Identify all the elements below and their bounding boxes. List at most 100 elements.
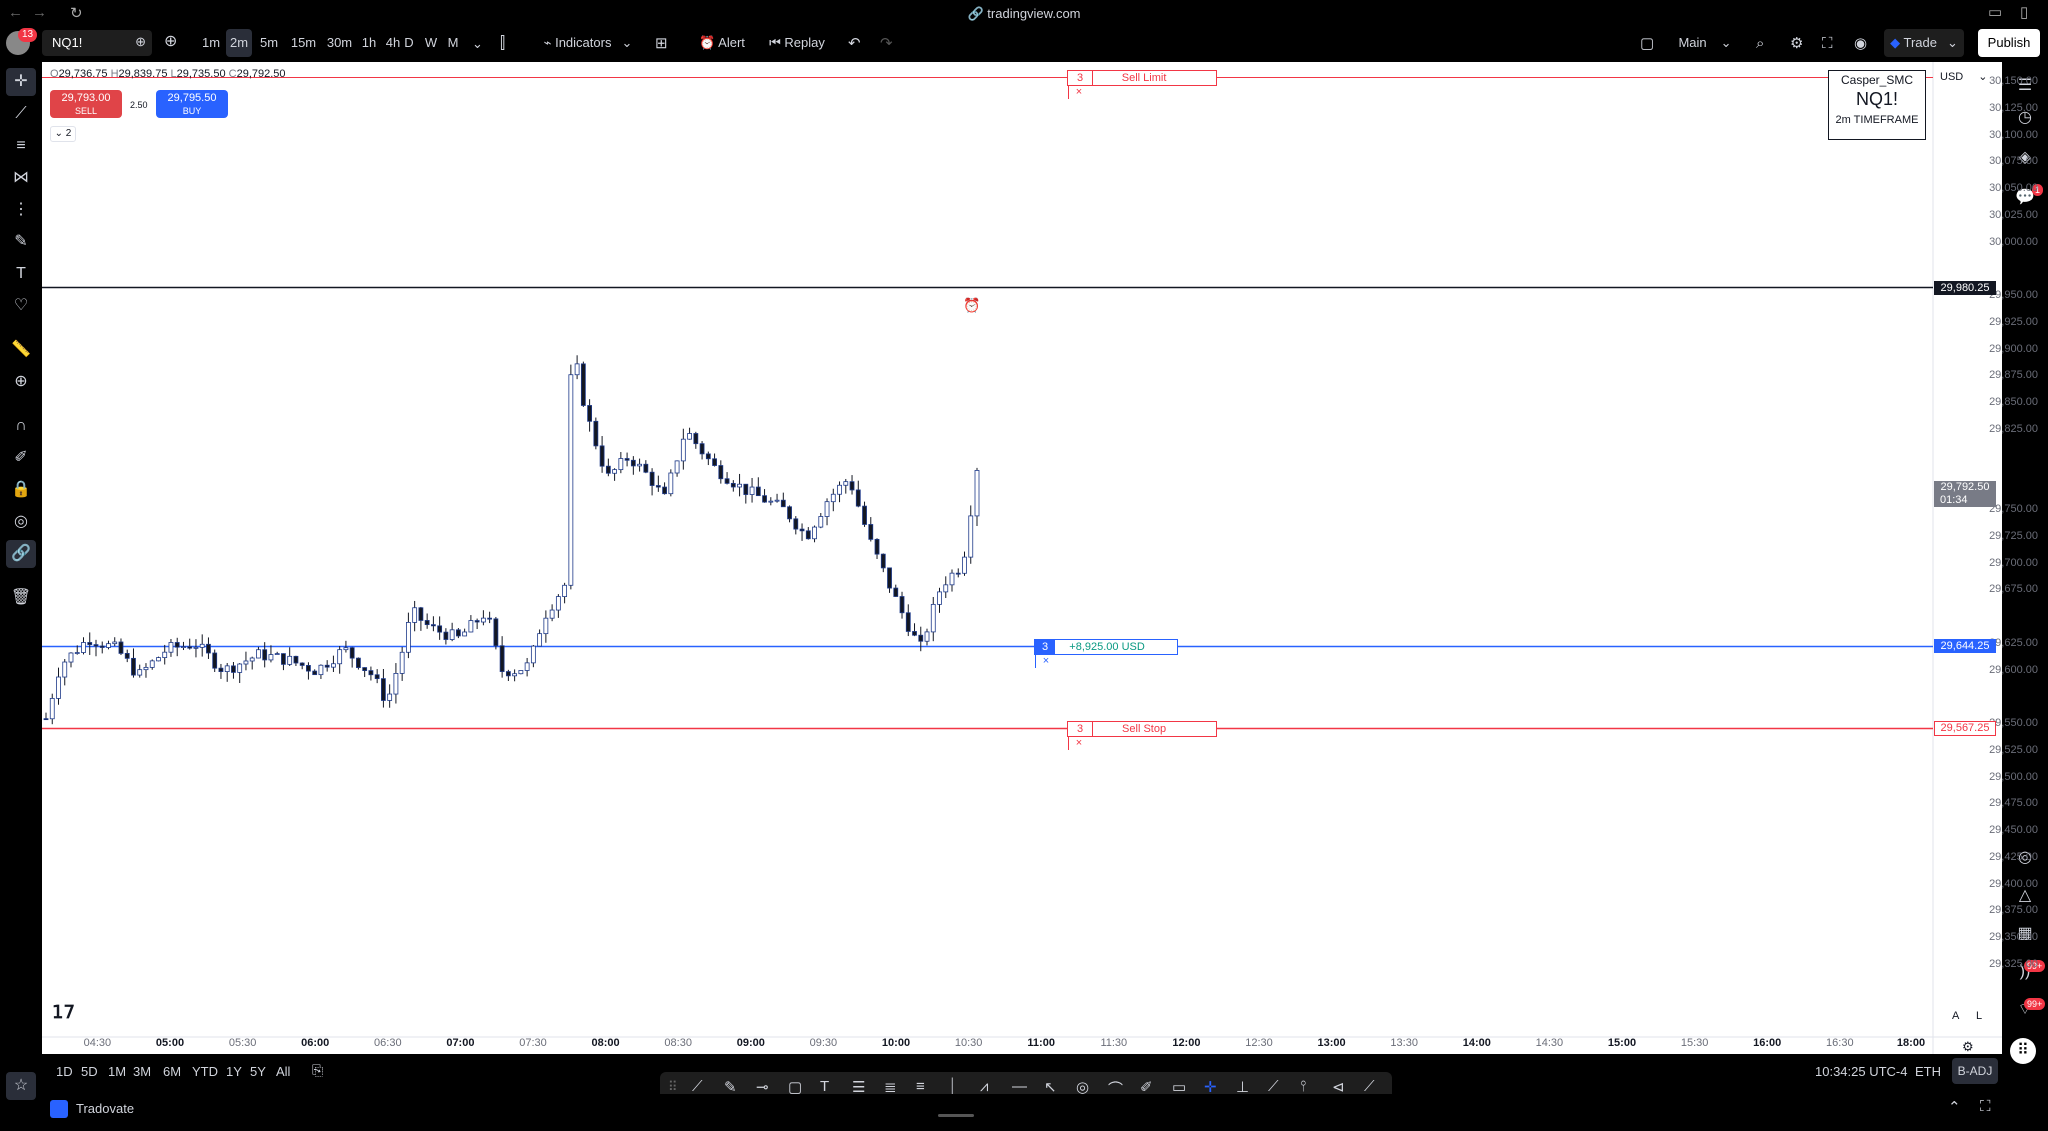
indicators-collapse-button[interactable]: ⌄ 2 xyxy=(50,126,76,142)
sell-stop-order[interactable]: 3 Sell Stop × xyxy=(1067,721,1217,750)
camera-icon[interactable]: ◉ xyxy=(1854,34,1867,54)
trend-line-icon[interactable]: ⟋ xyxy=(6,100,36,128)
maximize-icon[interactable]: ⛶ xyxy=(1980,1098,1991,1115)
price-chart[interactable] xyxy=(42,62,2002,1054)
range-1Y[interactable]: 1Y xyxy=(226,1064,242,1079)
price-label: 29,400.00 xyxy=(1989,877,2038,890)
long-position-icon[interactable]: ⫯ xyxy=(1300,1078,1307,1095)
auto-scale-button[interactable]: A xyxy=(1952,1010,1959,1022)
alert-button[interactable]: ⏰ Alert xyxy=(692,29,752,57)
forecast-icon[interactable]: ⋮ xyxy=(6,196,36,224)
drawing-toolbar: ✛ ⟋ ≡ ⋈ ⋮ ✎ T ♡ 📏 ⊕ ∩ ✐ 🔒 ◎ 🔗 🗑 ☆ xyxy=(0,62,42,1131)
close-icon[interactable]: × xyxy=(1068,736,1089,750)
symbol-search[interactable]: NQ1! ⊕ xyxy=(42,30,152,56)
chevron-up-icon[interactable]: ⌃ xyxy=(1948,1098,1961,1116)
trend-line-icon[interactable]: ⟋ xyxy=(692,1078,703,1095)
quick-search-icon[interactable]: ⌕ xyxy=(1756,34,1764,54)
drag-handle-icon[interactable]: ⠿ xyxy=(668,1079,678,1095)
sell-limit-order[interactable]: 3 Sell Limit × xyxy=(1067,70,1217,99)
parallel-channel-icon[interactable]: ≡ xyxy=(916,1078,925,1095)
date-range-icon[interactable]: ⎘ xyxy=(312,1062,323,1079)
interval-30m[interactable]: 30m xyxy=(322,29,357,57)
range-YTD[interactable]: YTD xyxy=(192,1064,218,1079)
heart-icon[interactable]: ♡ xyxy=(6,292,36,320)
sell-button[interactable]: 29,793.00 SELL xyxy=(50,90,122,118)
redo-icon[interactable]: ↷ xyxy=(880,34,893,54)
interval-W[interactable]: W xyxy=(422,29,440,57)
star-icon[interactable]: ☆ xyxy=(6,1072,36,1100)
lock-icon[interactable]: 🔒 xyxy=(6,476,36,504)
interval-1h[interactable]: 1h xyxy=(356,29,382,57)
panel-resize-handle[interactable] xyxy=(938,1114,974,1117)
chevron-down-icon: ⌄ xyxy=(1978,71,1988,83)
crosshair-icon[interactable]: ✛ xyxy=(6,68,36,96)
layout-menu[interactable]: Main ⌄ xyxy=(1670,29,1740,57)
range-5Y[interactable]: 5Y xyxy=(250,1064,266,1079)
compare-icon[interactable]: ⊕ xyxy=(164,32,177,52)
publish-button[interactable]: Publish xyxy=(1978,29,2040,57)
log-scale-button[interactable]: L xyxy=(1976,1010,1982,1022)
brush-icon[interactable]: ⟋ xyxy=(1364,1078,1375,1095)
replay-icon: ⏮ xyxy=(769,35,785,50)
chart-area[interactable]: O29,736.75 H29,839.75 L29,735.50 C29,792… xyxy=(42,62,2038,1055)
price-label: 30,025.00 xyxy=(1989,208,2038,221)
magnet-icon[interactable]: ∩ xyxy=(6,412,36,440)
bar-style-icon[interactable]: ⫿ xyxy=(500,34,505,54)
gear-icon[interactable]: ⚙ xyxy=(1790,34,1803,54)
layouts-icon[interactable]: ⊞ xyxy=(655,34,668,54)
horizontal-line-icon[interactable]: — xyxy=(1012,1078,1027,1095)
fullscreen-icon[interactable]: ⛶ xyxy=(1822,34,1833,54)
session-button[interactable]: ETH xyxy=(1915,1064,1941,1079)
price-label: 29,500.00 xyxy=(1989,770,2038,783)
lock-drawing-icon[interactable]: ✐ xyxy=(6,444,36,472)
gear-icon[interactable]: ⚙ xyxy=(1962,1039,1974,1055)
layout-square-icon[interactable]: ▢ xyxy=(1640,34,1654,54)
range-1M[interactable]: 1M xyxy=(108,1064,126,1079)
buy-button[interactable]: 29,795.50 BUY xyxy=(156,90,228,118)
indicators-button[interactable]: ⌁ Indicators ⌄ xyxy=(538,29,638,57)
apps-icon[interactable]: ⠿ xyxy=(2010,1038,2036,1064)
trash-icon[interactable]: 🗑 xyxy=(6,584,36,612)
text-icon[interactable]: T xyxy=(6,260,36,288)
position-order[interactable]: 3 +8,925.00 USD × xyxy=(1034,639,1178,668)
text-icon[interactable]: T xyxy=(820,1078,829,1095)
currency-selector[interactable]: USD ⌄ xyxy=(1940,70,1988,83)
clock-display[interactable]: 10:34:25 UTC-4 xyxy=(1815,1064,1908,1079)
link-icon[interactable]: 🔗 xyxy=(6,540,36,568)
range-All[interactable]: All xyxy=(276,1064,290,1079)
ruler-icon[interactable]: 📏 xyxy=(6,336,36,364)
ruler-icon[interactable]: ⟋ xyxy=(1268,1078,1279,1095)
interval-1m[interactable]: 1m xyxy=(198,29,224,57)
fib-icon[interactable]: ≡ xyxy=(6,132,36,160)
interval-15m[interactable]: 15m xyxy=(286,29,321,57)
range-6M[interactable]: 6M xyxy=(163,1064,181,1079)
url-bar[interactable]: 🔗 tradingview.com xyxy=(0,6,2048,22)
close-icon[interactable]: × xyxy=(1035,654,1056,668)
eye-icon[interactable]: ◎ xyxy=(6,508,36,536)
close-icon[interactable]: × xyxy=(1068,85,1089,99)
interval-D[interactable]: D xyxy=(400,29,418,57)
interval-M[interactable]: M xyxy=(444,29,462,57)
interval-2m[interactable]: 2m xyxy=(226,29,252,57)
time-label: 11:00 xyxy=(1027,1037,1055,1049)
brush-icon[interactable]: ✎ xyxy=(6,228,36,256)
chevron-down-icon[interactable]: ⌄ xyxy=(472,34,483,54)
zoom-icon[interactable]: ⊕ xyxy=(6,368,36,396)
interval-5m[interactable]: 5m xyxy=(256,29,282,57)
replay-button[interactable]: ⏮ Replay xyxy=(762,29,832,57)
range-1D[interactable]: 1D xyxy=(56,1064,73,1079)
undo-icon[interactable]: ↶ xyxy=(848,34,861,54)
sidebar-icon[interactable]: ▯ xyxy=(2020,3,2028,21)
range-3M[interactable]: 3M xyxy=(133,1064,151,1079)
pattern-icon[interactable]: ⋈ xyxy=(6,164,36,192)
add-symbol-icon[interactable]: ⊕ xyxy=(135,34,146,50)
trade-button[interactable]: ◆ Trade ⌄ xyxy=(1884,29,1964,57)
vertical-line-icon[interactable]: ⏐ xyxy=(948,1078,957,1095)
share-icon[interactable]: ▭ xyxy=(1988,3,2002,21)
range-5D[interactable]: 5D xyxy=(81,1064,98,1079)
alarm-icon[interactable]: ⏰ xyxy=(963,297,980,314)
adjustment-button[interactable]: B-ADJ xyxy=(1952,1058,1998,1084)
alarm-icon: ⏰ xyxy=(699,35,719,50)
tradingview-logo[interactable]: 𝟣𝟩 xyxy=(52,1002,75,1023)
path-icon[interactable]: ⩘ xyxy=(980,1078,988,1095)
